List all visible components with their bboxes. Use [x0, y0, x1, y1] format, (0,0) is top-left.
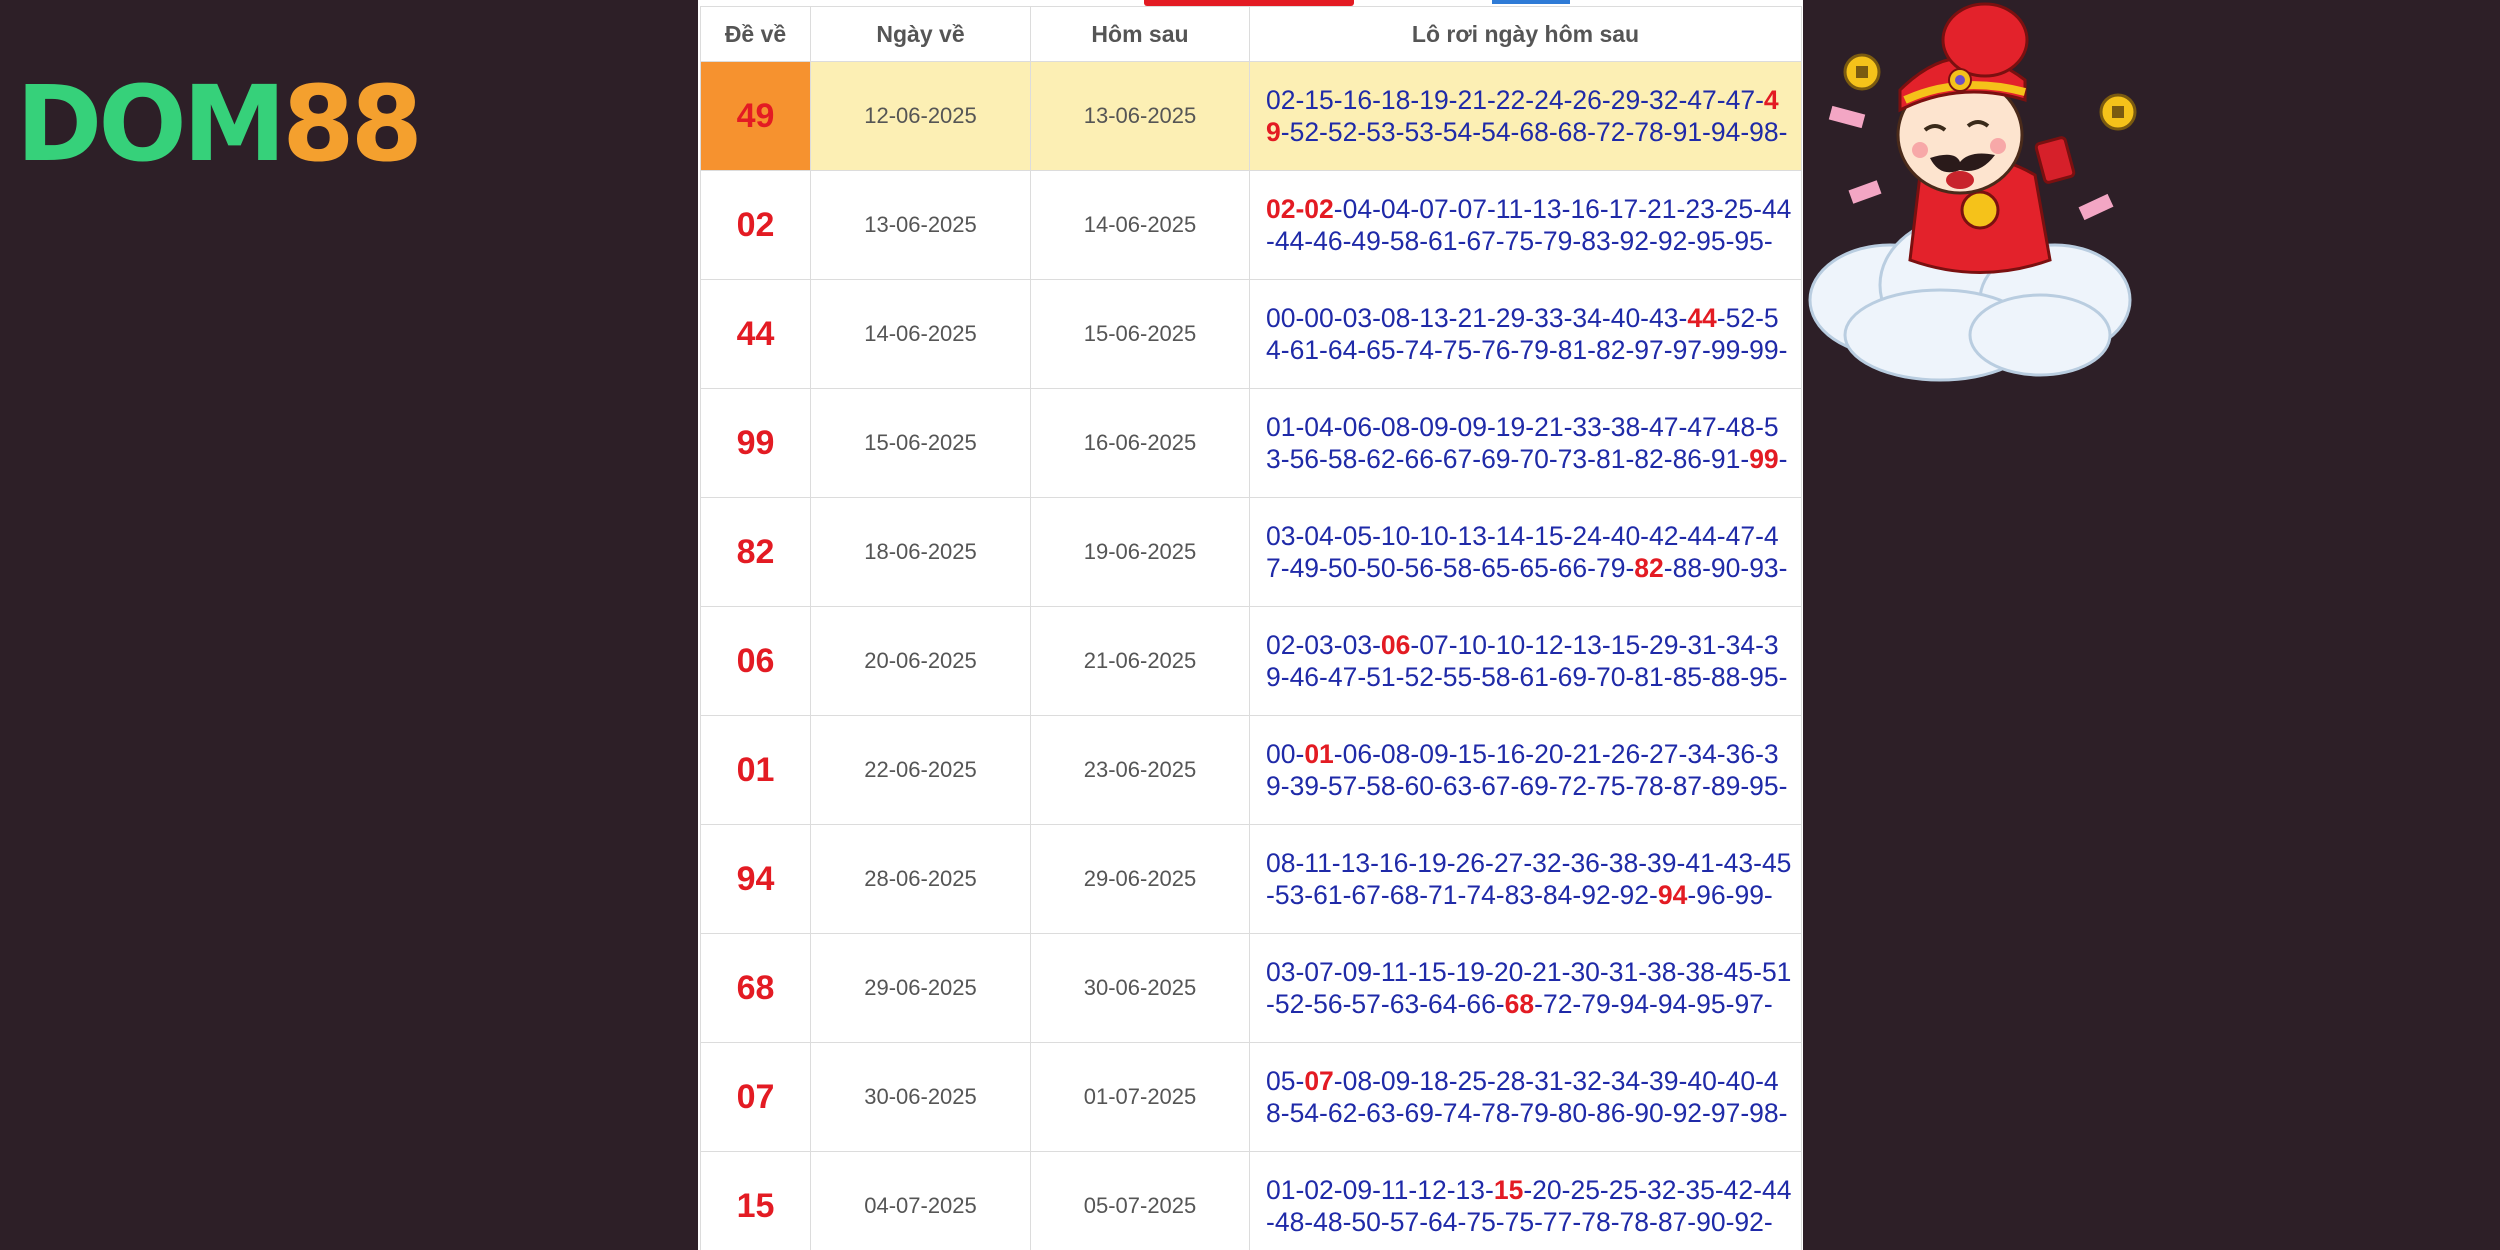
- lo-roi-cell: 01-04-06-08-09-09-19-21-33-38-47-47-48-5…: [1249, 388, 1802, 498]
- lo-numbers-before: 02-15-16-18-19-21-22-24-26-29-32-47-47-: [1266, 84, 1764, 115]
- table-row: 68 29-06-2025 30-06-2025 03-07-09-11-15-19-…: [700, 933, 1802, 1043]
- table-header-row: Đề về Ngày về Hôm sau Lô rơi ngày hôm sa…: [700, 6, 1802, 62]
- ngay-ve-cell: 20-06-2025: [810, 606, 1031, 716]
- lo-numbers-after: -06-08-09-15-16-20-21-26-27-34-36-39-39-…: [1266, 738, 1788, 802]
- de-ve-cell: 01: [700, 715, 811, 825]
- ngay-ve-cell: 12-06-2025: [810, 61, 1031, 171]
- lo-roi-cell: 02-03-03-06-07-10-10-12-13-15-29-31-34-3…: [1249, 606, 1802, 716]
- lo-roi-cell: 00-00-03-08-13-21-29-33-34-40-43-44-52-5…: [1249, 279, 1802, 389]
- table-row: 82 18-06-2025 19-06-2025 03-04-05-10-10-13-…: [700, 497, 1802, 607]
- lo-hit-number: 94: [1657, 880, 1688, 910]
- table-body: 49 12-06-2025 13-06-2025 02-15-16-18-19-21-…: [700, 61, 1802, 1250]
- de-ve-cell: 02: [700, 170, 811, 280]
- table-row: 99 15-06-2025 16-06-2025 01-04-06-08-09-09-…: [700, 388, 1802, 498]
- ngay-ve-cell: 04-07-2025: [810, 1151, 1031, 1250]
- header-de-ve: Đề về: [700, 6, 811, 62]
- table-row: 44 14-06-2025 15-06-2025 00-00-03-08-13-21-…: [700, 279, 1802, 389]
- table-row: 07 30-06-2025 01-07-2025 05-07-08-09-18-25-…: [700, 1042, 1802, 1152]
- table-row: 94 28-06-2025 29-06-2025 08-11-13-16-19-26-…: [700, 824, 1802, 934]
- results-panel: Đề về Ngày về Hôm sau Lô rơi ngày hôm sa…: [698, 0, 1803, 1250]
- hom-sau-cell: 19-06-2025: [1030, 497, 1250, 607]
- lo-numbers-after: -: [1778, 444, 1788, 474]
- table-row: 49 12-06-2025 13-06-2025 02-15-16-18-19-21-…: [700, 61, 1802, 171]
- lo-roi-cell: 00-01-06-08-09-15-16-20-21-26-27-34-36-3…: [1249, 715, 1802, 825]
- ngay-ve-cell: 18-06-2025: [810, 497, 1031, 607]
- lo-numbers-after: -96-99-: [1687, 880, 1773, 910]
- de-ve-cell: 44: [700, 279, 811, 389]
- ngay-ve-cell: 13-06-2025: [810, 170, 1031, 280]
- header-ngay-ve: Ngày về: [810, 6, 1031, 62]
- lo-numbers-before: 00-00-03-08-13-21-29-33-34-40-43-: [1266, 302, 1688, 333]
- lo-numbers-before: 02-03-03-: [1266, 629, 1381, 660]
- table-row: 02 13-06-2025 14-06-2025 02-02-04-04-07-07-…: [700, 170, 1802, 280]
- lo-numbers-before: 00-: [1266, 738, 1305, 769]
- lo-roi-cell: 08-11-13-16-19-26-27-32-36-38-39-41-43-4…: [1249, 824, 1802, 934]
- de-ve-cell: 82: [700, 497, 811, 607]
- lo-hit-number: 68: [1504, 989, 1535, 1019]
- lo-roi-cell: 03-04-05-10-10-13-14-15-24-40-42-44-47-4…: [1249, 497, 1802, 607]
- de-ve-cell: 68: [700, 933, 811, 1043]
- hom-sau-cell: 21-06-2025: [1030, 606, 1250, 716]
- de-ve-cell: 15: [700, 1151, 811, 1250]
- lo-hit-number: 44: [1687, 302, 1717, 333]
- de-ve-cell: 99: [700, 388, 811, 498]
- table-row: 01 22-06-2025 23-06-2025 00-01-06-08-09-15-…: [700, 715, 1802, 825]
- lo-hit-number: 02-02: [1266, 193, 1334, 224]
- lo-hit-number: 82: [1634, 553, 1664, 583]
- table-row: 15 04-07-2025 05-07-2025 01-02-09-11-12-13-…: [700, 1151, 1802, 1250]
- lo-roi-table: Đề về Ngày về Hôm sau Lô rơi ngày hôm sa…: [700, 6, 1802, 1250]
- header-hom-sau: Hôm sau: [1030, 6, 1250, 62]
- lo-numbers-before: 01-04-06-08-09-09-19-21-33-38-47-47-48-5…: [1266, 411, 1779, 475]
- lo-numbers-after: -08-09-18-25-28-31-32-34-39-40-40-48-54-…: [1266, 1065, 1788, 1129]
- lo-numbers-after: -52-52-53-53-54-54-68-68-72-78-91-94-98-: [1280, 117, 1788, 147]
- ngay-ve-cell: 29-06-2025: [810, 933, 1031, 1043]
- logo-text-dom: DOM: [16, 63, 286, 185]
- ngay-ve-cell: 14-06-2025: [810, 279, 1031, 389]
- ngay-ve-cell: 28-06-2025: [810, 824, 1031, 934]
- de-ve-cell: 06: [700, 606, 811, 716]
- lo-hit-number: 15: [1493, 1174, 1524, 1205]
- hom-sau-cell: 01-07-2025: [1030, 1042, 1250, 1152]
- lo-roi-cell: 05-07-08-09-18-25-28-31-32-34-39-40-40-4…: [1249, 1042, 1802, 1152]
- lo-numbers-before: 05-: [1266, 1065, 1305, 1096]
- lo-hit-number: 07: [1304, 1065, 1334, 1096]
- god-of-wealth-mascot-icon: [1808, 2, 2137, 382]
- lo-numbers-after: -88-90-93-: [1663, 553, 1788, 583]
- dom88-logo: DOM 88: [16, 63, 423, 185]
- hom-sau-cell: 29-06-2025: [1030, 824, 1250, 934]
- hom-sau-cell: 05-07-2025: [1030, 1151, 1250, 1250]
- lo-numbers-after: -04-04-07-07-11-13-16-17-21-23-25-44-44-…: [1266, 193, 1792, 257]
- hom-sau-cell: 23-06-2025: [1030, 715, 1250, 825]
- ngay-ve-cell: 15-06-2025: [810, 388, 1031, 498]
- logo-text-88: 88: [282, 63, 423, 185]
- table-row: 06 20-06-2025 21-06-2025 02-03-03-06-07-10-…: [700, 606, 1802, 716]
- lo-roi-cell: 01-02-09-11-12-13-15-20-25-25-32-35-42-4…: [1249, 1151, 1802, 1250]
- ngay-ve-cell: 30-06-2025: [810, 1042, 1031, 1152]
- lo-hit-number: 01: [1304, 738, 1334, 769]
- hom-sau-cell: 15-06-2025: [1030, 279, 1250, 389]
- lo-roi-cell: 02-02-04-04-07-07-11-13-16-17-21-23-25-4…: [1249, 170, 1802, 280]
- lo-numbers-after: -72-79-94-94-95-97-: [1534, 989, 1773, 1019]
- lo-numbers-before: 01-02-09-11-12-13-: [1266, 1174, 1494, 1205]
- ngay-ve-cell: 22-06-2025: [810, 715, 1031, 825]
- lo-hit-number: 06: [1380, 629, 1411, 660]
- de-ve-cell: 94: [700, 824, 811, 934]
- lo-roi-cell: 03-07-09-11-15-19-20-21-30-31-38-38-45-5…: [1249, 933, 1802, 1043]
- lo-hit-number: 99: [1749, 444, 1779, 474]
- hom-sau-cell: 13-06-2025: [1030, 61, 1250, 171]
- de-ve-cell: 07: [700, 1042, 811, 1152]
- hom-sau-cell: 16-06-2025: [1030, 388, 1250, 498]
- de-ve-cell: 49: [700, 61, 811, 171]
- tab-indicator[interactable]: [1492, 0, 1570, 4]
- hom-sau-cell: 30-06-2025: [1030, 933, 1250, 1043]
- hom-sau-cell: 14-06-2025: [1030, 170, 1250, 280]
- header-lo-roi: Lô rơi ngày hôm sau: [1249, 6, 1802, 62]
- lo-roi-cell: 02-15-16-18-19-21-22-24-26-29-32-47-47-4…: [1249, 61, 1802, 171]
